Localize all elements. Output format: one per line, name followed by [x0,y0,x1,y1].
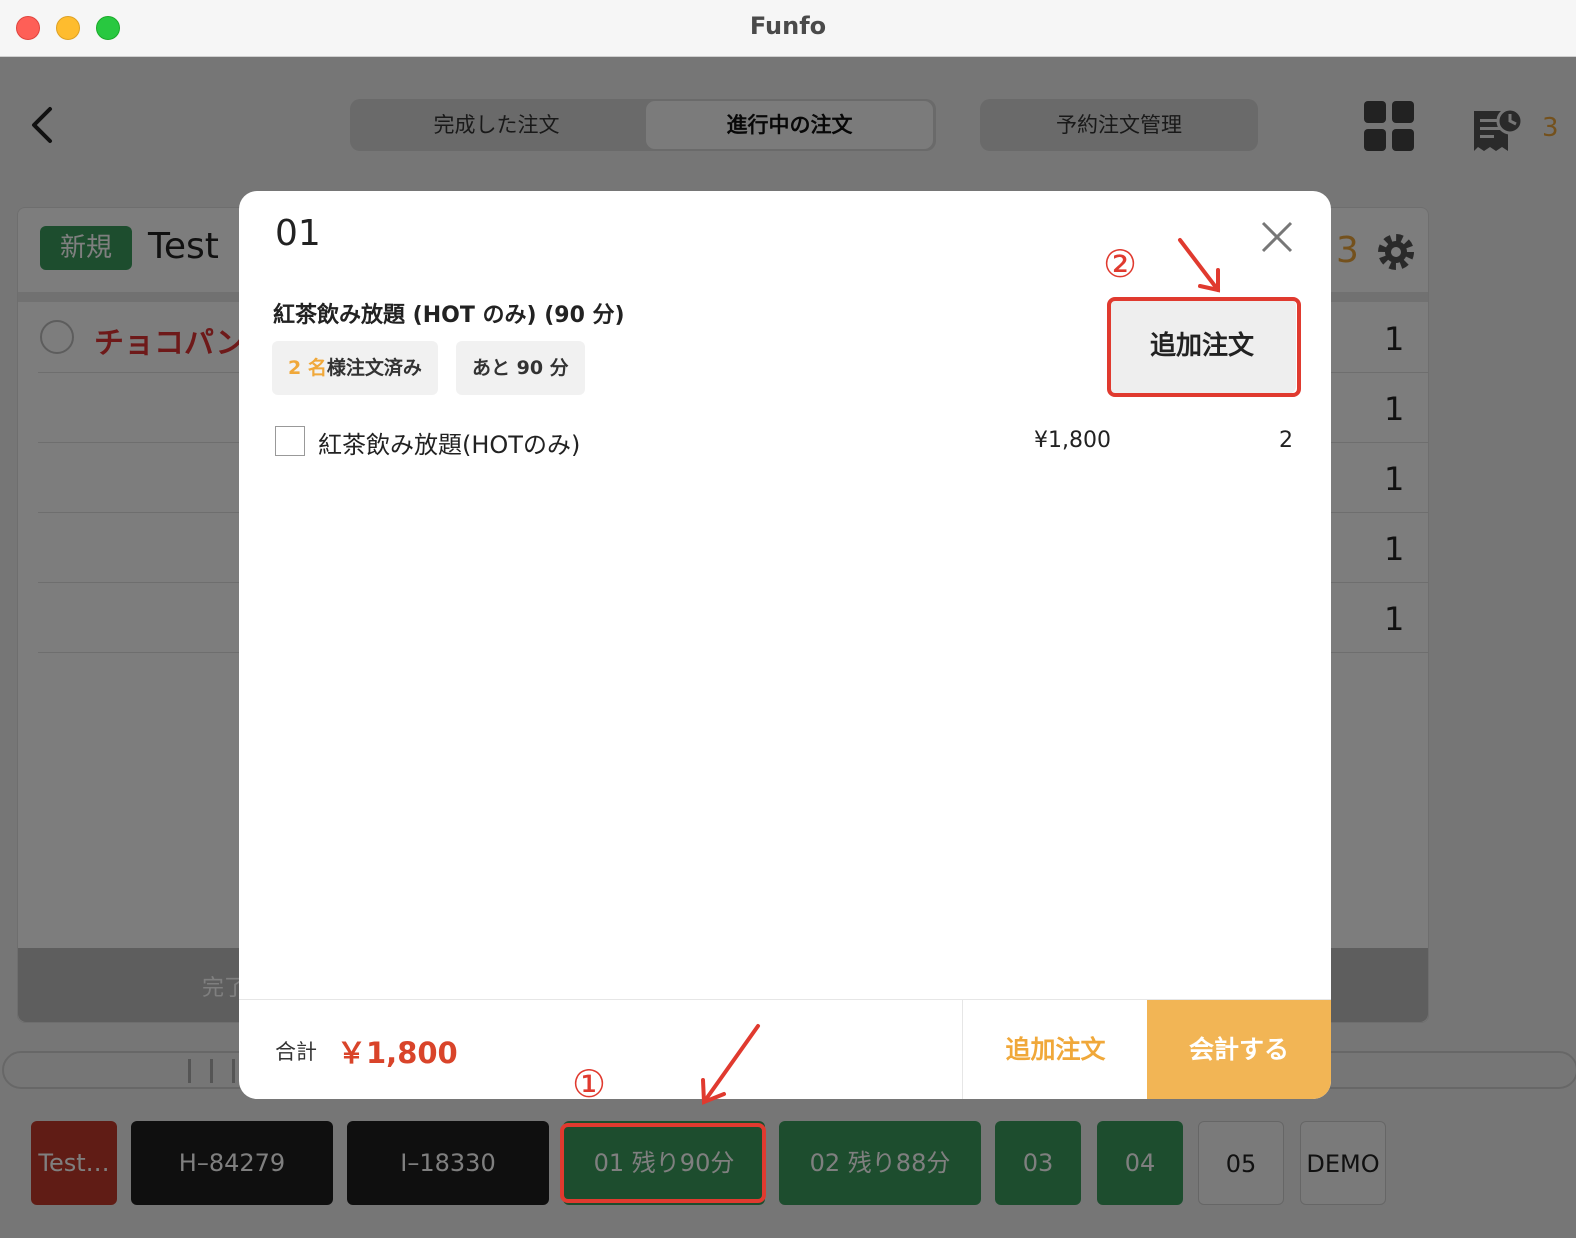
close-icon[interactable] [1259,219,1295,255]
item-price: ¥1,800 [1034,428,1111,453]
annotation-highlight-add-order [1107,297,1301,397]
item-quantity: 2 [1279,428,1293,453]
people-ordered-chip: 2 名様注文済み [272,341,438,395]
modal-footer: 合計 ￥1,800 追加注文 会計する [239,999,1331,1099]
checkout-button[interactable]: 会計する [1147,1000,1331,1099]
footer-add-order-button[interactable]: 追加注文 [962,1000,1148,1099]
total-label: 合計 [275,1040,317,1064]
people-count: 2 名 [288,357,327,379]
annotation-step-2: ② [1103,242,1138,286]
item-checkbox[interactable] [275,426,305,456]
window-titlebar: Funfo [0,0,1576,57]
people-suffix: 様注文済み [326,357,422,379]
annotation-highlight-table-01 [560,1123,766,1203]
course-name: 紅茶飲み放題 (HOT のみ) (90 分) [273,303,625,328]
modal-title: 01 [275,213,321,254]
window-title: Funfo [749,12,827,40]
annotation-step-1: ① [572,1062,607,1106]
total-value: ￥1,800 [337,1036,458,1070]
item-name: 紅茶飲み放題(HOTのみ) [318,431,581,459]
time-remaining-chip: あと 90 分 [456,341,585,395]
